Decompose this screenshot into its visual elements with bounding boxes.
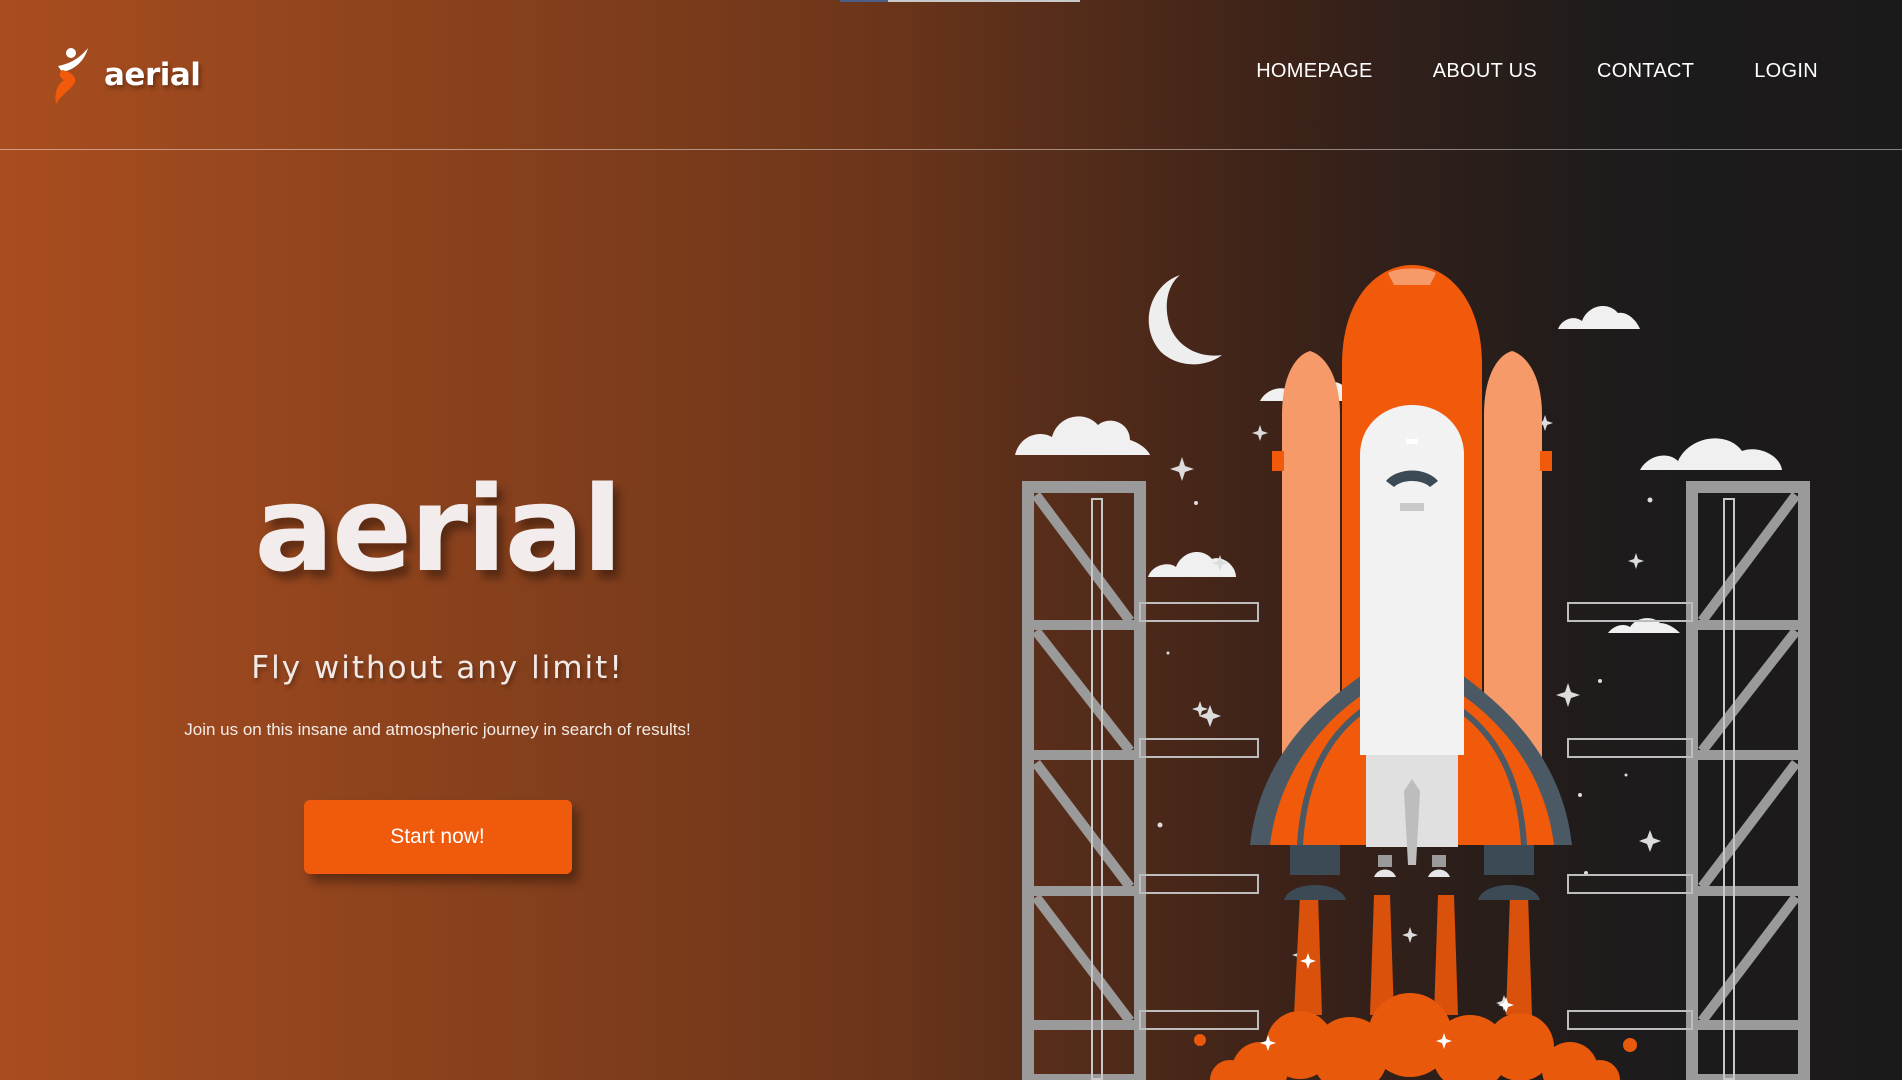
nav-item-about-us[interactable]: ABOUT US bbox=[1433, 60, 1537, 83]
brand-logo[interactable]: aerial bbox=[48, 44, 201, 106]
nav-item-homepage[interactable]: HOMEPAGE bbox=[1256, 60, 1373, 83]
hero-title: aerial bbox=[254, 460, 622, 598]
rocket-launch-illustration bbox=[1015, 265, 1810, 1080]
brand-name: aerial bbox=[104, 57, 201, 93]
hero-description: Join us on this insane and atmospheric j… bbox=[184, 720, 691, 739]
start-now-button[interactable]: Start now! bbox=[303, 800, 572, 874]
nav-item-contact[interactable]: CONTACT bbox=[1597, 60, 1694, 83]
exhaust-smoke-icon bbox=[1194, 895, 1637, 1080]
hero-section: aerial Fly without any limit! Join us on… bbox=[120, 470, 755, 874]
space-shuttle-icon bbox=[1250, 265, 1572, 900]
hero-subtitle: Fly without any limit! bbox=[251, 650, 624, 686]
main-nav: HOMEPAGE ABOUT US CONTACT LOGIN bbox=[1256, 60, 1818, 83]
nav-item-login[interactable]: LOGIN bbox=[1754, 60, 1818, 83]
runner-logo-icon bbox=[55, 48, 88, 104]
launch-tower-icon bbox=[1567, 481, 1810, 1080]
site-header: aerial HOMEPAGE ABOUT US CONTACT LOGIN bbox=[0, 0, 1902, 150]
moon-icon bbox=[1148, 275, 1222, 365]
